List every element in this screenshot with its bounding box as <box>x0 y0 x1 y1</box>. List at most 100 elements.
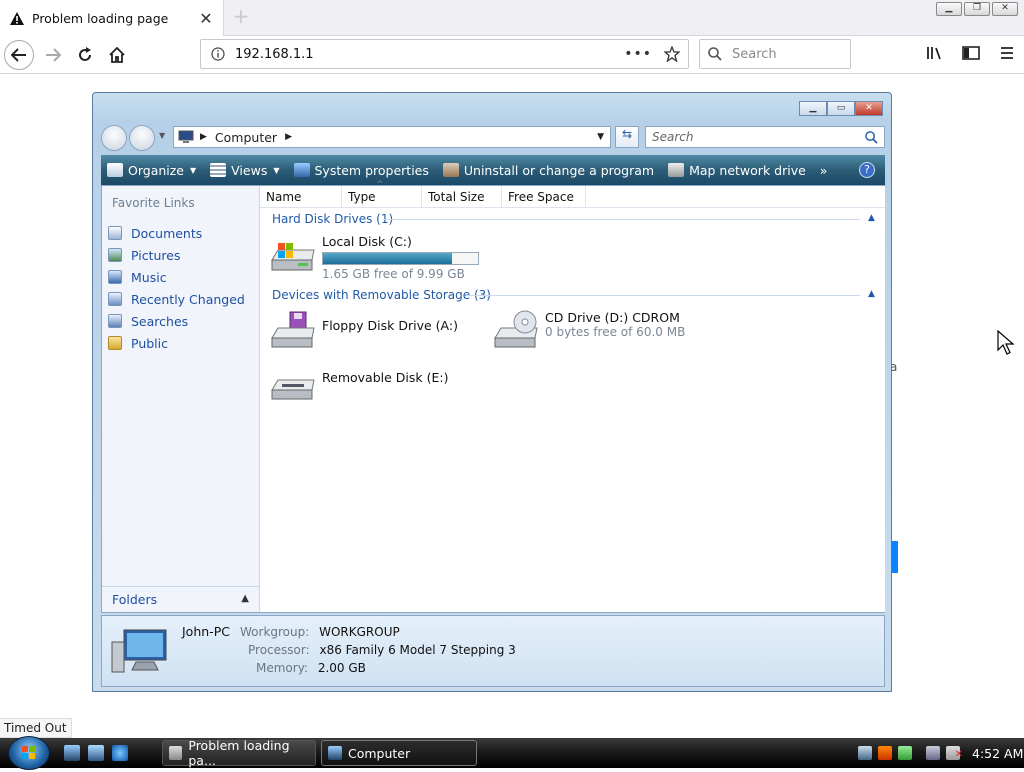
system-properties-button[interactable]: System properties <box>293 163 429 178</box>
fav-link-music[interactable]: Music <box>108 266 259 288</box>
close-button[interactable]: ✕ <box>855 101 883 116</box>
processor-row: Processor: x86 Family 6 Model 7 Stepping… <box>248 643 516 657</box>
clock[interactable]: 4:52 AM <box>972 746 1023 761</box>
drive-c[interactable]: Local Disk (C:) 1.65 GB free of 9.99 GB <box>268 234 479 281</box>
reload-button[interactable] <box>70 40 100 70</box>
fav-link-searches[interactable]: Searches <box>108 310 259 332</box>
processor-value: x86 Family 6 Model 7 Stepping 3 <box>319 643 516 657</box>
fav-link-label: Music <box>131 269 167 285</box>
browser-tab[interactable]: Problem loading page ✕ <box>0 0 224 36</box>
warning-icon <box>169 746 183 760</box>
switch-windows-icon[interactable] <box>88 745 104 761</box>
fav-link-pictures[interactable]: Pictures <box>108 244 259 266</box>
start-button[interactable] <box>8 736 50 770</box>
show-desktop-icon[interactable] <box>64 745 80 761</box>
search-placeholder: Search <box>652 130 694 144</box>
breadcrumb-arrow-icon[interactable]: ▶ <box>200 132 207 142</box>
minimize-button[interactable]: ▁ <box>936 2 962 16</box>
cd-drive-icon <box>494 310 538 348</box>
tab-title: Problem loading page <box>32 10 169 26</box>
recent-pages-icon[interactable]: ▼ <box>159 131 165 140</box>
help-icon[interactable]: ? <box>859 162 875 178</box>
menu-icon[interactable] <box>998 45 1016 61</box>
address-row: ▼ ▶ Computer ▶ ▼ ⇆ Search <box>101 123 885 151</box>
removable-disk-icon <box>271 379 315 400</box>
floppy-drive-icon <box>271 311 315 348</box>
internet-explorer-icon[interactable] <box>112 745 128 761</box>
map-network-drive-button[interactable]: Map network drive <box>668 163 806 178</box>
close-button[interactable]: ✕ <box>992 2 1018 16</box>
mouse-cursor-icon <box>997 330 1015 355</box>
new-tab-icon[interactable]: + <box>230 6 252 28</box>
chevron-up-icon[interactable]: ▲ <box>868 213 875 223</box>
taskbar-item-computer[interactable]: Computer <box>321 740 477 766</box>
breadcrumb-computer[interactable]: Computer <box>215 130 277 145</box>
forward-button[interactable] <box>129 125 155 151</box>
group-header-hard-disk-drives[interactable]: Hard Disk Drives (1) <box>272 212 393 226</box>
views-label: Views <box>231 162 268 178</box>
more-commands-button[interactable]: » <box>820 163 828 178</box>
chevron-up-icon[interactable]: ▲ <box>868 289 875 299</box>
network-icon[interactable] <box>858 746 872 760</box>
url-text[interactable]: 192.168.1.1 <box>235 47 624 62</box>
home-button[interactable] <box>102 40 132 70</box>
memory-row: Memory: 2.00 GB <box>256 661 366 675</box>
back-button[interactable] <box>101 125 127 151</box>
map-drive-label: Map network drive <box>689 162 806 178</box>
volume-muted-icon[interactable]: ✕ <box>946 746 963 760</box>
breadcrumb-arrow-icon[interactable]: ▶ <box>285 132 292 142</box>
arrow-right-icon <box>46 48 61 62</box>
forward-button[interactable] <box>38 40 68 70</box>
organize-button[interactable]: Organize ▼ <box>107 163 196 178</box>
address-bar[interactable]: ▶ Computer ▶ ▼ <box>173 126 611 148</box>
column-header-name[interactable]: Name <box>260 186 342 207</box>
column-header-free-space[interactable]: Free Space <box>502 186 586 207</box>
search-icon[interactable] <box>865 130 878 144</box>
column-header-total-size[interactable]: Total Size <box>422 186 502 207</box>
fav-link-recently-changed[interactable]: Recently Changed <box>108 288 259 310</box>
update-icon[interactable] <box>898 746 912 760</box>
favorite-links-heading: Favorite Links <box>112 196 195 210</box>
workgroup-value: WORKGROUP <box>319 625 400 639</box>
uninstall-program-button[interactable]: Uninstall or change a program <box>442 163 654 178</box>
bookmark-star-icon[interactable] <box>664 46 680 62</box>
drive-a[interactable]: Floppy Disk Drive (A:) <box>268 310 458 350</box>
sidebar-icon[interactable] <box>962 45 980 61</box>
dropdown-arrow-icon: ▼ <box>190 165 197 175</box>
fav-link-public[interactable]: Public <box>108 332 259 354</box>
page-actions-icon[interactable]: ••• <box>624 46 652 62</box>
browser-search-field[interactable]: Search <box>699 39 851 69</box>
system-properties-icon <box>293 163 310 177</box>
security-shield-icon[interactable] <box>878 746 892 760</box>
network-connection-icon[interactable] <box>926 746 940 760</box>
close-tab-icon[interactable]: ✕ <box>195 9 217 28</box>
url-bar[interactable]: 192.168.1.1 ••• <box>200 39 689 69</box>
info-icon[interactable] <box>211 47 225 61</box>
drive-e-name: Removable Disk (E:) <box>322 370 449 385</box>
group-header-removable-storage[interactable]: Devices with Removable Storage (3) <box>272 288 491 302</box>
folders-toggle[interactable]: Folders ▲ <box>102 586 259 612</box>
processor-label: Processor: <box>248 643 310 657</box>
fav-link-label: Recently Changed <box>131 291 245 307</box>
explorer-window: ▁ ▭ ✕ ▼ ▶ Computer ▶ ▼ ⇆ Search Organize… <box>92 92 892 692</box>
minimize-button[interactable]: ▁ <box>799 101 827 116</box>
maximize-button[interactable]: ▭ <box>827 101 855 116</box>
back-button[interactable] <box>4 40 34 70</box>
hard-drive-icon <box>271 243 315 271</box>
drive-c-name: Local Disk (C:) <box>322 234 412 249</box>
explorer-search-input[interactable]: Search <box>645 126 885 148</box>
taskbar-item-firefox[interactable]: Problem loading pa... <box>162 738 316 768</box>
taskbar-item-label: Computer <box>348 745 411 761</box>
fav-link-documents[interactable]: Documents <box>108 222 259 244</box>
computer-icon <box>328 746 342 760</box>
chevron-up-icon: ▲ <box>241 593 249 604</box>
drive-e[interactable]: Removable Disk (E:) <box>268 362 448 402</box>
library-icon[interactable] <box>926 45 944 61</box>
refresh-button[interactable]: ⇆ <box>615 126 639 148</box>
more-commands-label: » <box>819 162 828 178</box>
restore-button[interactable]: ❐ <box>964 2 990 16</box>
dropdown-arrow-icon[interactable]: ▼ <box>597 132 604 142</box>
navigation-pane: Favorite Links Documents Pictures Music … <box>102 186 260 612</box>
views-button[interactable]: Views ▼ <box>210 162 280 178</box>
drive-d[interactable]: CD Drive (D:) CDROM 0 bytes free of 60.0… <box>491 310 685 350</box>
